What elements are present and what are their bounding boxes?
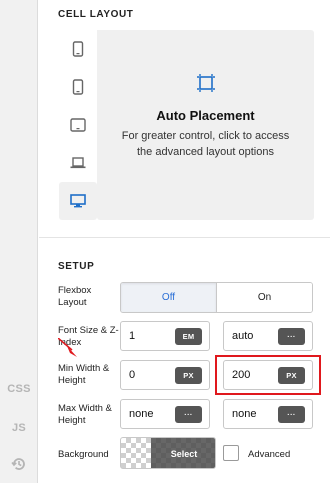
font-size-value: 1: [129, 330, 136, 342]
phone-portrait-icon[interactable]: [59, 30, 97, 68]
max-width-more-button[interactable]: ···: [175, 406, 202, 423]
tablet-icon[interactable]: [59, 106, 97, 144]
history-icon[interactable]: [0, 456, 38, 472]
annotation-arrow-icon: [57, 337, 80, 365]
cell-layout-title: CELL LAYOUT: [58, 9, 134, 20]
left-rail: CSS JS: [0, 0, 38, 483]
advanced-label: Advanced: [248, 449, 291, 460]
flexbox-off-button[interactable]: Off: [121, 283, 217, 312]
annotation-highlight-box: [215, 355, 321, 395]
auto-placement-panel[interactable]: Auto Placement For greater control, clic…: [97, 30, 314, 220]
flexbox-toggle: Off On: [120, 282, 313, 313]
placement-icon: [195, 72, 217, 99]
section-divider: [39, 237, 330, 238]
background-swatch[interactable]: Select: [120, 437, 216, 469]
desktop-icon[interactable]: [59, 182, 97, 220]
laptop-icon[interactable]: [59, 144, 97, 182]
background-label: Background: [58, 449, 109, 460]
min-width-value: 0: [129, 369, 136, 381]
min-width-field[interactable]: 0 PX: [120, 360, 210, 390]
css-tab[interactable]: CSS: [0, 383, 38, 395]
background-select-button[interactable]: Select: [151, 438, 215, 468]
max-width-value: none: [129, 408, 154, 420]
max-height-value: none: [232, 408, 257, 420]
max-size-label: Max Width & Height: [58, 403, 112, 426]
settings-panel: CELL LAYOUT Auto Placement For greater c…: [39, 0, 330, 483]
setup-title: SETUP: [58, 261, 95, 272]
font-size-field[interactable]: 1 EM: [120, 321, 210, 351]
font-size-unit-button[interactable]: EM: [175, 328, 202, 345]
z-index-value: auto: [232, 330, 254, 342]
min-size-label: Min Width & Height: [58, 363, 110, 386]
flexbox-on-button[interactable]: On: [217, 283, 312, 312]
max-height-field[interactable]: none ···: [223, 399, 313, 429]
phone-landscape-icon[interactable]: [59, 68, 97, 106]
max-width-field[interactable]: none ···: [120, 399, 210, 429]
flexbox-label: Flexbox Layout: [58, 285, 92, 308]
auto-placement-description: For greater control, click to access the…: [121, 130, 290, 158]
auto-placement-title: Auto Placement: [156, 108, 255, 123]
js-tab[interactable]: JS: [0, 422, 38, 434]
max-height-more-button[interactable]: ···: [278, 406, 305, 423]
z-index-more-button[interactable]: ···: [278, 328, 305, 345]
z-index-field[interactable]: auto ···: [223, 321, 313, 351]
advanced-checkbox[interactable]: [223, 445, 239, 461]
min-width-unit-button[interactable]: PX: [175, 367, 202, 384]
device-selector: [59, 30, 99, 220]
